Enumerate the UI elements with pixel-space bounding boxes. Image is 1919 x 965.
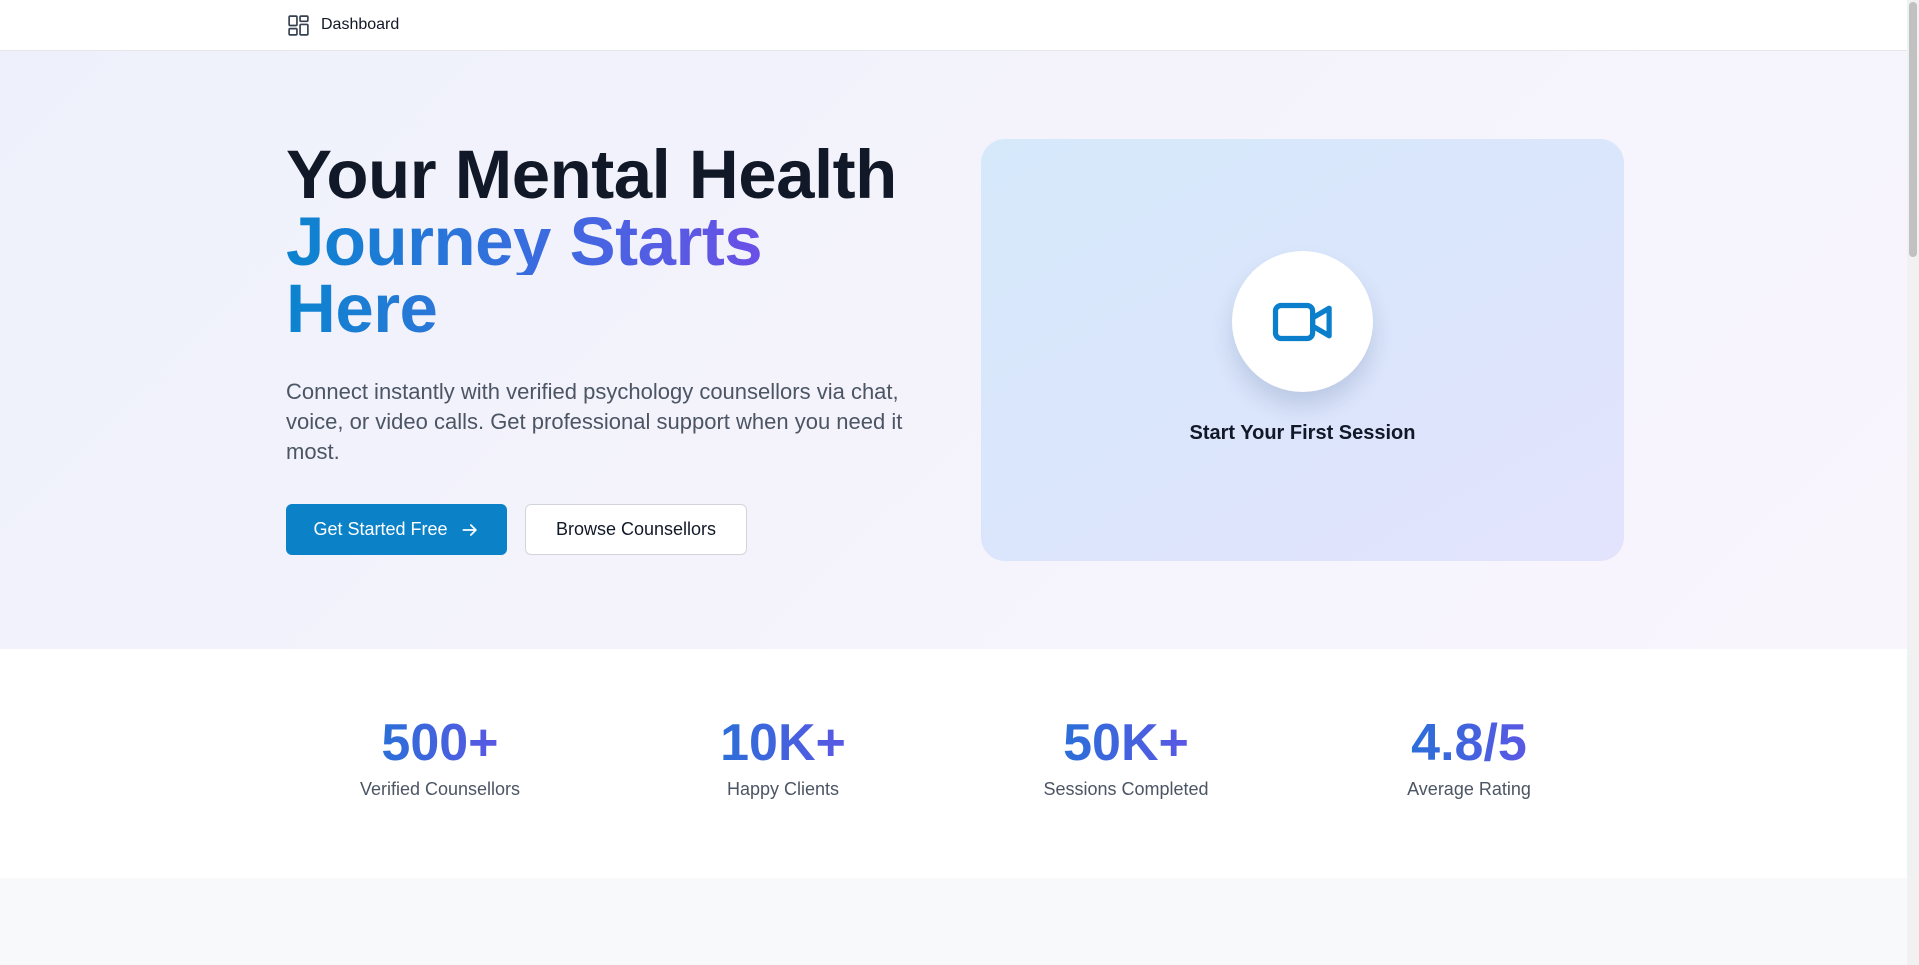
start-session-video-button[interactable]: [1232, 251, 1373, 392]
stat-value: 50K+: [1063, 714, 1189, 772]
hero-section: Your Mental Health Journey Starts Here C…: [0, 51, 1907, 649]
stat-label: Sessions Completed: [1043, 779, 1209, 799]
stat-average-rating: 4.8/5 Average Rating: [1339, 713, 1599, 800]
hero-title-line-2: Journey Starts: [286, 203, 763, 280]
top-navigation: Dashboard: [0, 0, 1907, 51]
get-started-button-label: Get Started Free: [313, 519, 448, 539]
landing-page: Dashboard Your Mental Health Journey Sta…: [0, 0, 1907, 965]
stat-label: Verified Counsellors: [359, 779, 521, 799]
next-section: [0, 878, 1907, 965]
get-started-button[interactable]: Get Started Free: [286, 504, 507, 555]
stat-label: Average Rating: [1407, 779, 1531, 799]
hero-title-line-1: Your Mental Health: [286, 136, 897, 213]
scrollbar-thumb[interactable]: [1909, 2, 1917, 257]
stat-happy-clients: 10K+ Happy Clients: [653, 713, 913, 800]
stat-label: Happy Clients: [726, 779, 840, 799]
hero-subtitle: Connect instantly with verified psycholo…: [286, 379, 903, 464]
stat-value: 4.8/5: [1411, 714, 1527, 772]
viewport: Dashboard Your Mental Health Journey Sta…: [0, 0, 1919, 965]
start-session-label: Start Your First Session: [1189, 422, 1416, 444]
stat-value: 500+: [381, 714, 499, 772]
stat-sessions-completed: 50K+ Sessions Completed: [996, 713, 1256, 800]
arrow-right-icon: [462, 523, 477, 536]
hero-title: Your Mental Health Journey Starts Here: [286, 136, 946, 343]
hero-title-line-3: Here: [286, 274, 446, 343]
first-session-card[interactable]: Start Your First Session: [981, 139, 1624, 561]
stat-value: 10K+: [720, 714, 846, 772]
browse-counsellors-button-label: Browse Counsellors: [555, 519, 717, 539]
dashboard-link[interactable]: Dashboard: [286, 11, 399, 39]
stat-verified-counsellors: 500+ Verified Counsellors: [310, 713, 570, 800]
dashboard-link-label: Dashboard: [321, 16, 400, 33]
dashboard-grid-icon: [288, 14, 309, 36]
browse-counsellors-button[interactable]: Browse Counsellors: [525, 504, 747, 555]
page-scrollbar[interactable]: [1907, 0, 1919, 965]
stats-section: 500+ Verified Counsellors 10K+ Happy Cli…: [0, 649, 1907, 878]
video-camera-icon: [1272, 302, 1332, 341]
